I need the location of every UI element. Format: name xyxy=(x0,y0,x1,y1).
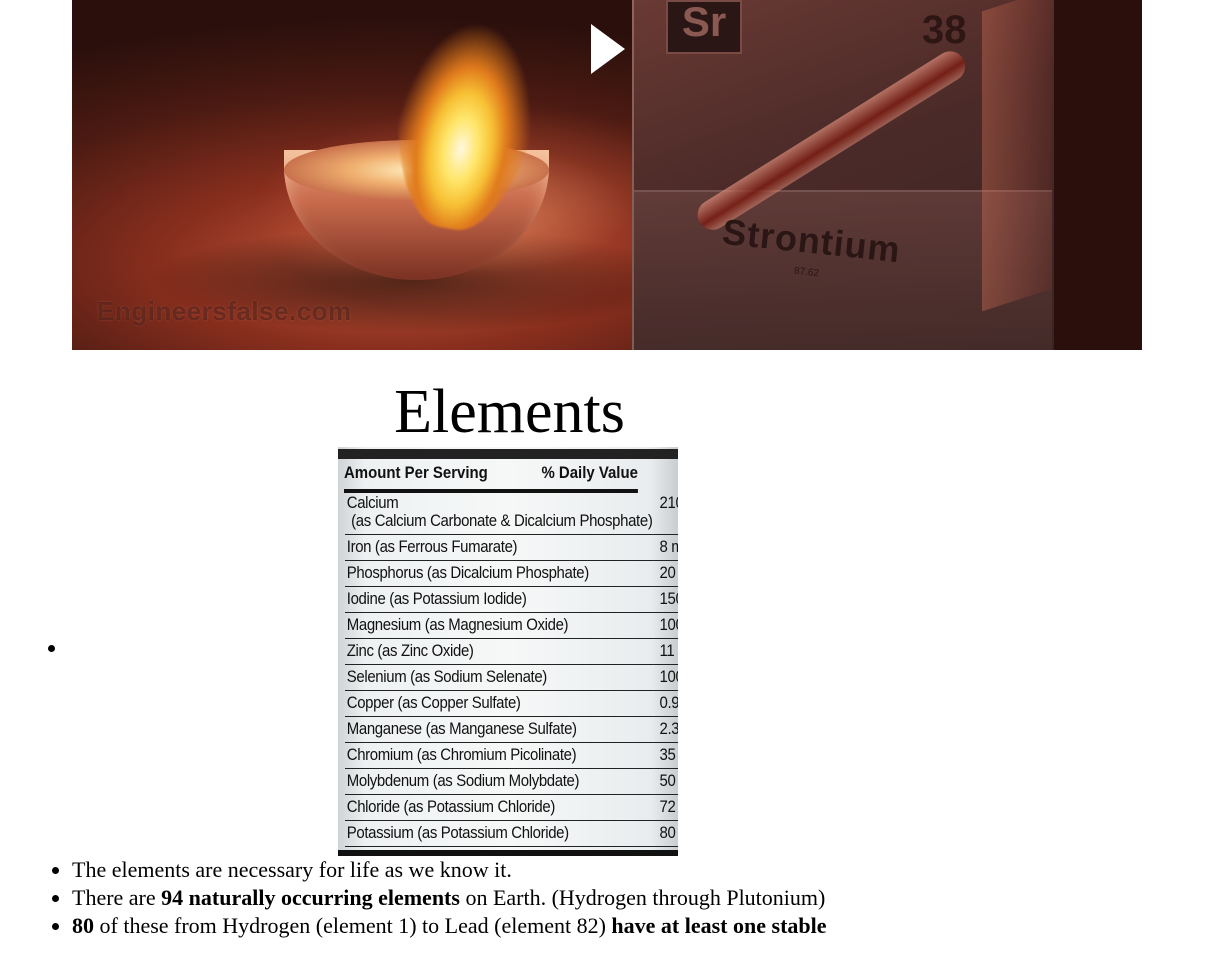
bullet-text-bold: have at least one stable xyxy=(611,913,827,938)
list-item: There are 94 naturally occurring element… xyxy=(72,884,832,912)
label-row: Manganese (as Manganese Sulfate)2.3 mg10… xyxy=(345,716,678,743)
label-row: Phosphorus (as Dicalcium Phosphate) 20 mg… xyxy=(345,560,678,587)
label-row: Calcium (as Calcium Carbonate & Dicalcium… xyxy=(345,491,678,535)
atomic-number: 38 xyxy=(922,8,967,52)
label-amount: 80 mg xyxy=(654,820,678,847)
bullet-text-post: on Earth. (Hydrogen through Plutonium) xyxy=(459,885,826,910)
label-col-dv: % Daily Value xyxy=(541,463,638,482)
label-amount: 150 mcg xyxy=(654,586,678,613)
label-nutrient-name: Selenium (as Sodium Selenate) xyxy=(346,667,548,686)
label-amount: 11 mg xyxy=(654,638,678,665)
bullet-text: The elements are necessary for life as w… xyxy=(72,857,512,882)
element-cube-side xyxy=(982,0,1052,312)
label-amount: 100 mg xyxy=(654,612,678,639)
label-row: Chromium (as Chromium Picolinate)35 mcg1… xyxy=(345,742,678,769)
label-amount: 0.9 mg xyxy=(654,690,678,717)
label-nutrient: Chloride (as Potassium Chloride) xyxy=(345,794,655,821)
bullet-text-pre: There are xyxy=(72,885,162,910)
label-row: Zinc (as Zinc Oxide)11 mg100% xyxy=(345,638,678,665)
label-col-nutrient: Amount Per Serving xyxy=(344,463,488,482)
label-amount: 210 mg xyxy=(654,491,678,535)
label-row: Iodine (as Potassium Iodide)150 mcg100% xyxy=(345,586,678,613)
element-symbol: Sr xyxy=(666,0,742,54)
video-player[interactable]: Sr 38 Strontium 87.62 Engineersfalse.com xyxy=(72,0,1142,350)
label-nutrient: Copper (as Copper Sulfate) xyxy=(345,690,655,717)
label-nutrient-name: Manganese (as Manganese Sulfate) xyxy=(346,719,577,738)
label-amount: 72 mg xyxy=(654,794,678,821)
label-amount: 100 mcg xyxy=(654,664,678,691)
list-item: 80 of these from Hydrogen (element 1) to… xyxy=(72,912,832,940)
label-nutrient: Chromium (as Chromium Picolinate) xyxy=(345,742,655,769)
label-nutrient: Calcium (as Calcium Carbonate & Dicalcium… xyxy=(345,491,655,535)
label-nutrient: Potassium (as Potassium Chloride) xyxy=(345,820,655,847)
label-amount: 50 mcg xyxy=(654,768,678,795)
label-bottom-rule xyxy=(338,850,678,856)
label-row: Iron (as Ferrous Fumarate)8 mg44% xyxy=(345,534,678,561)
label-nutrient: Molybdenum (as Sodium Molybdate) xyxy=(345,768,655,795)
bullet-text-mid: of these from Hydrogen (element 1) to Le… xyxy=(94,913,612,938)
label-nutrient-sub: (as Calcium Carbonate & Dicalcium Phosph… xyxy=(351,511,653,530)
label-nutrient: Zinc (as Zinc Oxide) xyxy=(345,638,655,665)
label-amount: 2.3 mg xyxy=(654,716,678,743)
label-nutrient-name: Molybdenum (as Sodium Molybdate) xyxy=(346,771,580,790)
label-nutrient-name: Zinc (as Zinc Oxide) xyxy=(346,641,474,660)
label-row: Potassium (as Potassium Chloride)80 mg2% xyxy=(345,820,678,847)
label-nutrient: Iodine (as Potassium Iodide) xyxy=(345,586,655,613)
label-nutrient-name: Calcium xyxy=(346,493,399,512)
label-row: Copper (as Copper Sulfate)0.9 mg100% xyxy=(345,690,678,717)
label-row: Chloride (as Potassium Chloride)72 mg3% xyxy=(345,794,678,821)
label-nutrient-name: Iron (as Ferrous Fumarate) xyxy=(346,537,518,556)
label-nutrient-name: Chloride (as Potassium Chloride) xyxy=(346,797,556,816)
label-row: Selenium (as Sodium Selenate)100 mcg182% xyxy=(345,664,678,691)
list-item: The elements are necessary for life as w… xyxy=(72,856,832,884)
label-nutrient-name: Phosphorus (as Dicalcium Phosphate) xyxy=(346,563,589,582)
label-nutrient-name: Magnesium (as Magnesium Oxide) xyxy=(346,615,569,634)
watermark: Engineersfalse.com xyxy=(97,296,352,326)
label-header: Amount Per Serving % Daily Value xyxy=(344,461,638,493)
label-nutrient-name: Chromium (as Chromium Picolinate) xyxy=(346,745,577,764)
label-nutrient: Manganese (as Manganese Sulfate) xyxy=(345,716,655,743)
list-item: Amount Per Serving % Daily Value Calcium… xyxy=(48,447,832,856)
label-nutrient-name: Iodine (as Potassium Iodide) xyxy=(346,589,527,608)
bullet-dot xyxy=(48,645,55,652)
play-icon[interactable] xyxy=(591,24,625,74)
label-amount: 35 mcg xyxy=(654,742,678,769)
label-nutrient: Magnesium (as Magnesium Oxide) xyxy=(345,612,655,639)
label-amount: 8 mg xyxy=(654,534,678,561)
label-nutrient: Iron (as Ferrous Fumarate) xyxy=(345,534,655,561)
bullet-text-bold: 94 naturally occurring elements xyxy=(161,885,460,910)
bullet-text-bold: 80 xyxy=(72,913,94,938)
label-amount: 20 mg xyxy=(654,560,678,587)
label-top-rule xyxy=(338,449,678,459)
nutrition-label-image: Amount Per Serving % Daily Value Calcium… xyxy=(338,447,678,856)
bullet-list: Amount Per Serving % Daily Value Calcium… xyxy=(32,447,832,940)
label-table: Calcium (as Calcium Carbonate & Dicalcium… xyxy=(345,491,678,847)
label-row: Molybdenum (as Sodium Molybdate)50 mcg11… xyxy=(345,768,678,795)
label-nutrient-name: Potassium (as Potassium Chloride) xyxy=(346,823,569,842)
label-nutrient: Phosphorus (as Dicalcium Phosphate) xyxy=(345,560,655,587)
label-row: Magnesium (as Magnesium Oxide)100 mg24% xyxy=(345,612,678,639)
label-nutrient: Selenium (as Sodium Selenate) xyxy=(345,664,655,691)
page-title: Elements xyxy=(394,378,625,446)
label-nutrient-name: Copper (as Copper Sulfate) xyxy=(346,693,521,712)
